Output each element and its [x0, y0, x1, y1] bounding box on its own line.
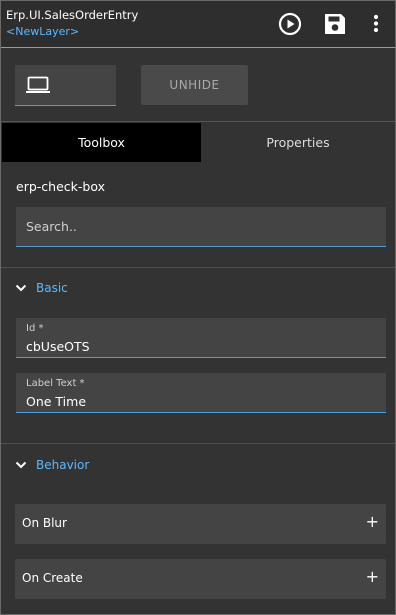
tab-properties[interactable]: Properties: [201, 123, 395, 162]
id-field: Id *: [16, 318, 386, 358]
panel-header: Erp.UI.SalesOrderEntry <NewLayer>: [1, 1, 395, 48]
properties-panel: Erp.UI.SalesOrderEntry <NewLayer> UNHIDE…: [0, 0, 396, 615]
divider: [1, 267, 395, 268]
laptop-icon: [26, 76, 50, 93]
chevron-down-icon: [15, 284, 27, 292]
divider: [1, 121, 395, 122]
field-label: Label Text *: [26, 378, 85, 389]
event-label: On Create: [22, 571, 83, 585]
id-input[interactable]: [26, 338, 376, 354]
device-selector[interactable]: [15, 65, 116, 106]
section-title: Behavior: [36, 458, 90, 472]
divider: [1, 443, 395, 444]
tab-toolbox[interactable]: Toolbox: [2, 123, 201, 162]
unhide-button[interactable]: UNHIDE: [141, 65, 248, 105]
save-icon[interactable]: [322, 11, 348, 37]
label-text-input[interactable]: [26, 393, 376, 409]
component-name: erp-check-box: [16, 179, 105, 194]
play-circle-icon[interactable]: [277, 11, 303, 37]
label-text-field: Label Text *: [16, 373, 386, 413]
add-icon[interactable]: +: [366, 567, 379, 586]
event-on-create[interactable]: On Create +: [15, 559, 386, 599]
field-label: Id *: [26, 323, 44, 334]
event-label: On Blur: [22, 516, 67, 530]
app-title: Erp.UI.SalesOrderEntry: [6, 8, 139, 22]
section-behavior-header[interactable]: Behavior: [15, 456, 89, 474]
section-basic-header[interactable]: Basic: [15, 279, 68, 297]
search-input[interactable]: [16, 207, 386, 246]
more-vertical-icon[interactable]: [366, 11, 386, 37]
layer-name-link[interactable]: <NewLayer>: [6, 25, 79, 38]
event-on-blur[interactable]: On Blur +: [15, 504, 386, 544]
add-icon[interactable]: +: [366, 512, 379, 531]
section-title: Basic: [36, 281, 68, 295]
search-field: [16, 207, 386, 247]
chevron-down-icon: [15, 461, 27, 469]
